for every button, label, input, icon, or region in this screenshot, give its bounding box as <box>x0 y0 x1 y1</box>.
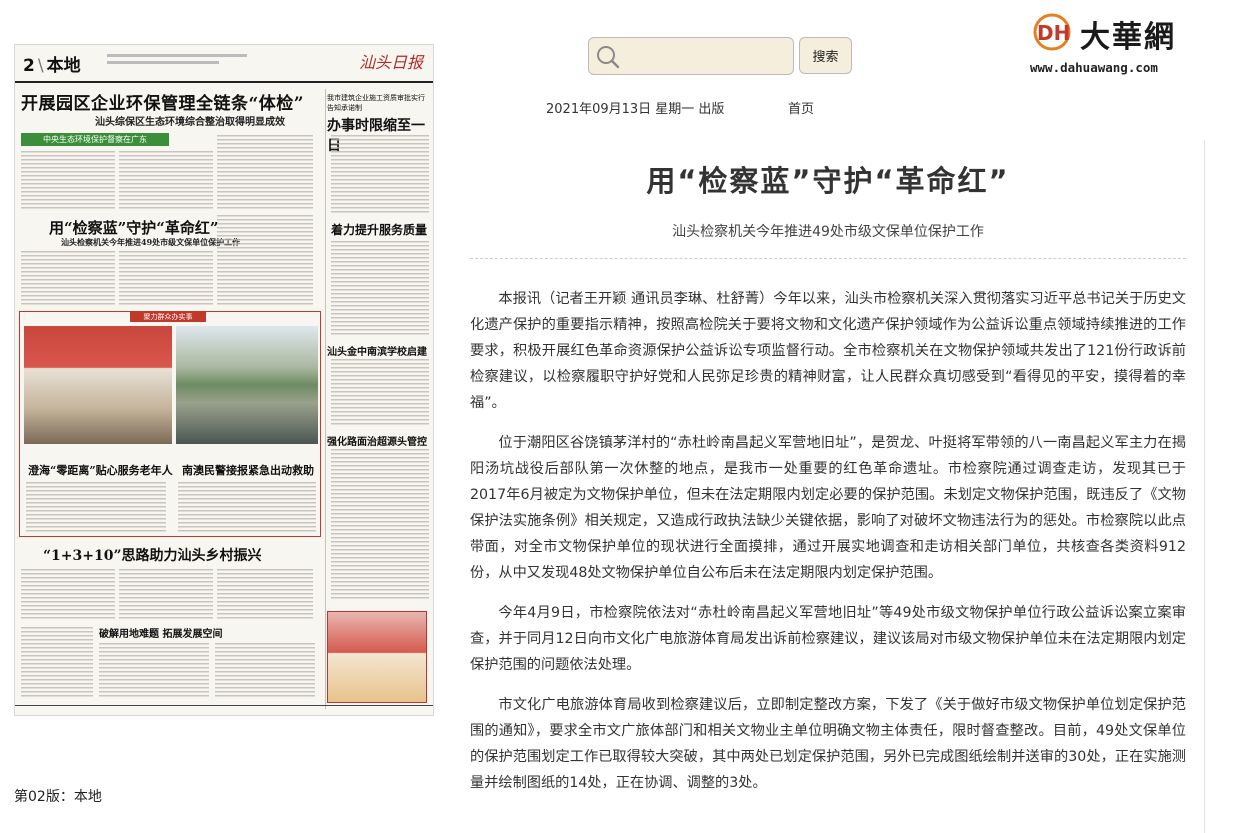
text-block <box>331 359 429 427</box>
search-icon <box>597 46 620 69</box>
text-block <box>21 151 115 211</box>
photo-headline: 南澳民警接报紧急出动救助 <box>182 464 314 477</box>
newspaper-ad <box>327 611 427 703</box>
article-paragraph: 市文化广电旅游体育局收到检察建议后，立即制定整改方案，下发了《关于做好市级文物保… <box>470 697 1186 791</box>
page-label[interactable]: 第02版：本地 <box>14 786 102 806</box>
newspaper-headline: 开展园区企业环保管理全链条“体检” <box>21 94 305 114</box>
edition-date: 2021年09月13日 星期一 出版 <box>546 102 725 117</box>
newspaper-page-number: 2 <box>23 56 35 76</box>
text-block <box>119 569 213 619</box>
article-paragraph: 位于潮阳区谷饶镇茅洋村的“赤杜岭南昌起义军营地旧址”，是贺龙、叶挺将军带领的八一… <box>470 435 1186 581</box>
news-photo <box>24 326 172 444</box>
newspaper-feature-box: 聚力群众办实事 澄海“零距离”贴心服务老年人 南澳民警接报紧急出动救助 <box>19 311 321 537</box>
text-block <box>331 135 429 215</box>
newspaper-article-subheadline: 汕头检察机关今年推进49处市级文保单位保护工作 <box>61 237 241 247</box>
brand-url: www.dahuawang.com <box>1030 60 1158 75</box>
text-block <box>331 241 429 337</box>
newspaper-bottom-headline: “1+3+10”思路助力汕头乡村振兴 <box>43 548 262 564</box>
site-logo[interactable]: DH 大華網 www.dahuawang.com <box>1028 8 1198 80</box>
article-title: 用“检察蓝”守护“革命红” <box>646 164 1010 198</box>
article-divider <box>470 258 1186 259</box>
text-block <box>99 643 209 699</box>
newspaper-header: 2 \ 本地 汕头日报 <box>15 45 433 83</box>
newspaper-right-kicker: 我市建筑企业施工资质审批实行告知承诺制 <box>327 94 425 112</box>
newspaper-article-headline: 用“检察蓝”守护“革命红” <box>49 219 219 237</box>
text-block <box>119 151 213 211</box>
news-photo <box>176 326 318 444</box>
text-block <box>26 482 166 534</box>
feature-box-label: 聚力群众办实事 <box>130 312 206 322</box>
text-block <box>217 215 313 305</box>
text-block <box>21 627 93 699</box>
article-paragraph: 本报讯（记者王开颖 通讯员李琳、杜舒菁）今年以来，汕头市检察机关深入贯彻落实习近… <box>470 291 1186 411</box>
text-block <box>21 569 115 619</box>
logo-letters: DH <box>1037 21 1070 45</box>
article-paragraph: 今年4月9日，市检察院依法对“赤杜岭南昌起义军营地旧址”等49处市级文物保护单位… <box>470 605 1186 673</box>
newspaper-section: 本地 <box>46 56 81 76</box>
newspaper-right-headline-3: 汕头金中南滨学校启建 <box>327 347 427 358</box>
article-subtitle: 汕头检察机关今年推进49处市级文保单位保护工作 <box>672 224 984 240</box>
photo-headline: 澄海“零距离”贴心服务老年人 <box>28 464 173 477</box>
newspaper-green-banner: 中央生态环境保护督察在广东 <box>21 133 169 146</box>
newspaper-right-headline-2: 着力提升服务质量 <box>330 223 427 237</box>
logo-mark-icon: DH <box>1033 13 1071 51</box>
newspaper-masthead: 汕头日报 <box>358 53 423 72</box>
text-block <box>215 643 315 699</box>
article-right-border <box>1204 140 1205 833</box>
newspaper-subheadline: 汕头综保区生态环境综合整治取得明显成效 <box>95 117 285 128</box>
text-block <box>178 482 316 534</box>
text-block <box>217 569 313 619</box>
home-link[interactable]: 首页 <box>788 98 814 117</box>
column-divider <box>325 89 326 709</box>
text-block <box>21 251 115 305</box>
search-box[interactable] <box>588 37 794 75</box>
text-block <box>331 449 429 599</box>
newspaper-footer-rule <box>15 705 433 715</box>
brand-name: 大華網 <box>1080 20 1176 55</box>
search-input[interactable] <box>625 42 789 70</box>
newspaper-bottom-headline-2: 破解用地难题 拓展发展空间 <box>99 629 223 640</box>
newspaper-right-headline-4: 强化路面治超源头管控 <box>327 437 427 448</box>
search-button[interactable]: 搜索 <box>799 37 852 74</box>
newspaper-meta-lines <box>107 54 247 74</box>
text-block <box>119 251 213 305</box>
text-block <box>217 135 313 211</box>
article-body: 本报讯（记者王开颖 通讯员李琳、杜舒菁）今年以来，汕头市检察机关深入贯彻落实习近… <box>470 286 1186 810</box>
newspaper-page-thumbnail[interactable]: 2 \ 本地 汕头日报 开展园区企业环保管理全链条“体检” 汕头综保区生态环境综合整… <box>14 44 434 716</box>
